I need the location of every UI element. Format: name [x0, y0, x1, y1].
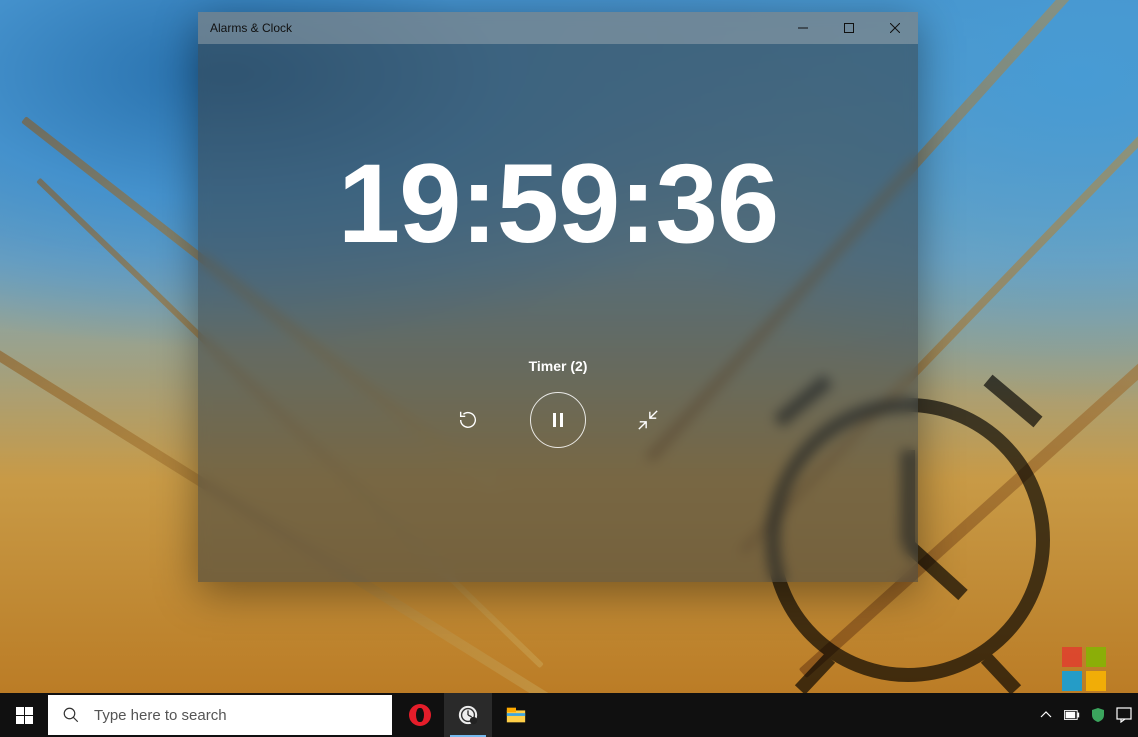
browser-icon — [457, 704, 479, 726]
shield-icon — [1090, 707, 1106, 723]
taskbar-app-opera[interactable] — [396, 693, 444, 737]
taskbar-search[interactable]: Type here to search — [48, 695, 392, 735]
opera-icon — [409, 704, 431, 726]
close-icon — [890, 23, 900, 33]
maximize-button[interactable] — [826, 12, 872, 44]
tray-battery-icon[interactable] — [1064, 707, 1080, 723]
maximize-icon — [844, 23, 854, 33]
reset-icon — [457, 409, 479, 431]
exit-fullscreen-button[interactable] — [634, 406, 662, 434]
timer-view: 19:59:36 Timer (2) — [198, 44, 918, 582]
taskbar: Type here to search — [0, 693, 1138, 737]
system-tray — [1038, 693, 1138, 737]
taskbar-app-browser[interactable] — [444, 693, 492, 737]
search-icon — [62, 706, 80, 724]
taskbar-apps — [396, 693, 540, 737]
notification-icon — [1116, 707, 1132, 723]
minimize-button[interactable] — [780, 12, 826, 44]
search-placeholder: Type here to search — [94, 707, 227, 724]
alarms-clock-window: Alarms & Clock 19:59:36 Timer (2) — [198, 12, 918, 582]
file-explorer-icon — [505, 704, 527, 726]
tray-overflow-button[interactable] — [1038, 707, 1054, 723]
taskbar-app-file-explorer[interactable] — [492, 693, 540, 737]
start-button[interactable] — [0, 693, 48, 737]
window-controls — [780, 12, 918, 44]
timer-name-label: Timer (2) — [529, 358, 588, 374]
corner-app-icon — [1062, 647, 1106, 691]
pause-icon — [550, 412, 566, 428]
collapse-icon — [637, 409, 659, 431]
pause-button[interactable] — [530, 392, 586, 448]
close-button[interactable] — [872, 12, 918, 44]
tray-action-center-button[interactable] — [1116, 707, 1132, 723]
timer-controls — [454, 392, 662, 448]
reset-button[interactable] — [454, 406, 482, 434]
tray-security-icon[interactable] — [1090, 707, 1106, 723]
window-titlebar[interactable]: Alarms & Clock — [198, 12, 918, 44]
battery-icon — [1064, 707, 1080, 723]
window-title: Alarms & Clock — [210, 21, 292, 35]
windows-logo-icon — [16, 707, 33, 724]
timer-time-display: 19:59:36 — [338, 139, 778, 268]
minimize-icon — [798, 23, 808, 33]
chevron-up-icon — [1038, 707, 1054, 723]
